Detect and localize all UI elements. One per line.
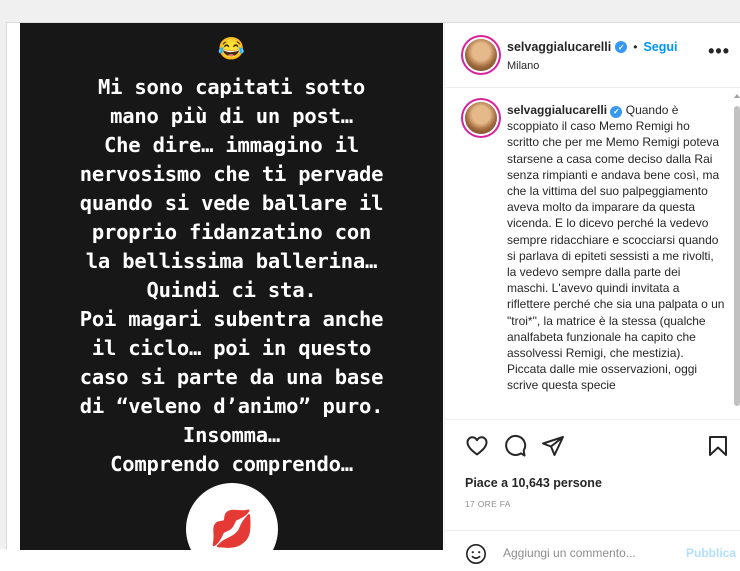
post-actions: Piace a 10,643 persone 17 ORE FA Aggiung… <box>445 419 740 564</box>
story-line: Insomma… <box>182 423 281 447</box>
story-line: il ciclo… poi in questo <box>91 336 372 360</box>
caption-username[interactable]: selvaggialucarelli <box>507 103 607 117</box>
kiss-sticker: 💋 <box>186 483 278 550</box>
story-line: di “veleno d’animo” puro. <box>79 394 384 418</box>
post-header: selvaggialucarelli ✓ • Segui Milano ••• <box>445 23 740 88</box>
avatar[interactable] <box>465 39 497 71</box>
scroll-up-arrow-icon[interactable] <box>734 94 740 98</box>
post-sidebar: selvaggialucarelli ✓ • Segui Milano ••• … <box>444 23 740 564</box>
story-text: Mi sono capitati sotto mano più di un po… <box>20 73 443 479</box>
share-icon[interactable] <box>541 434 565 458</box>
scroll-thumb[interactable] <box>734 106 740 406</box>
story-line: nervosismo che ti pervade <box>79 162 384 186</box>
comment-input[interactable]: Aggiungi un commento... <box>503 546 636 560</box>
story-line: Comprendo comprendo… <box>110 452 353 476</box>
story-line: proprio fidanzatino con <box>91 220 372 244</box>
caption-scrollbar[interactable] <box>732 88 740 418</box>
caption-area: selvaggialucarelli ✓ Quando è scoppiato … <box>445 88 740 418</box>
publish-button[interactable]: Pubblica <box>686 546 736 560</box>
kiss-emoji: 💋 <box>209 508 255 549</box>
avatar[interactable] <box>465 102 497 134</box>
bookmark-icon[interactable] <box>706 434 730 458</box>
story-line: Quindi ci sta. <box>146 278 317 302</box>
likes-count[interactable]: Piace a 10,643 persone <box>465 476 602 490</box>
heart-icon[interactable] <box>465 434 489 458</box>
story-line: mano più di un post… <box>110 104 353 128</box>
separator-dot: • <box>633 40 638 54</box>
story-line: Che dire… immagino il <box>104 133 359 157</box>
username-link[interactable]: selvaggialucarelli <box>507 40 611 54</box>
header-user: selvaggialucarelli ✓ • Segui <box>507 40 677 54</box>
add-comment-bar: Aggiungi un commento... Pubblica <box>445 530 740 571</box>
caption-body: Quando è scoppiato il caso Memo Remigi h… <box>507 103 725 393</box>
story-line: la bellissima ballerina… <box>85 249 378 273</box>
verified-badge-icon: ✓ <box>615 41 628 53</box>
follow-button[interactable]: Segui <box>643 40 677 54</box>
story-line: quando si vede ballare il <box>79 191 384 215</box>
media-margin <box>7 23 20 550</box>
post-timestamp[interactable]: 17 ORE FA <box>465 499 511 509</box>
comment-icon[interactable] <box>503 434 527 458</box>
caption-text: selvaggialucarelli ✓ Quando è scoppiato … <box>507 102 725 394</box>
smiley-icon[interactable] <box>465 543 487 565</box>
laughing-emoji: 😂 <box>217 36 246 61</box>
story-line: Mi sono capitati sotto <box>97 75 366 99</box>
post-media[interactable]: 😂 Mi sono capitati sotto mano più di un … <box>20 23 443 550</box>
more-options-icon[interactable]: ••• <box>708 41 730 62</box>
location-link[interactable]: Milano <box>507 60 539 72</box>
story-line: Poi magari subentra anche <box>79 307 384 331</box>
post-modal: 😂 Mi sono capitati sotto mano più di un … <box>6 22 740 564</box>
story-line: caso si parte da una base <box>79 365 384 389</box>
verified-badge-icon: ✓ <box>610 106 623 119</box>
